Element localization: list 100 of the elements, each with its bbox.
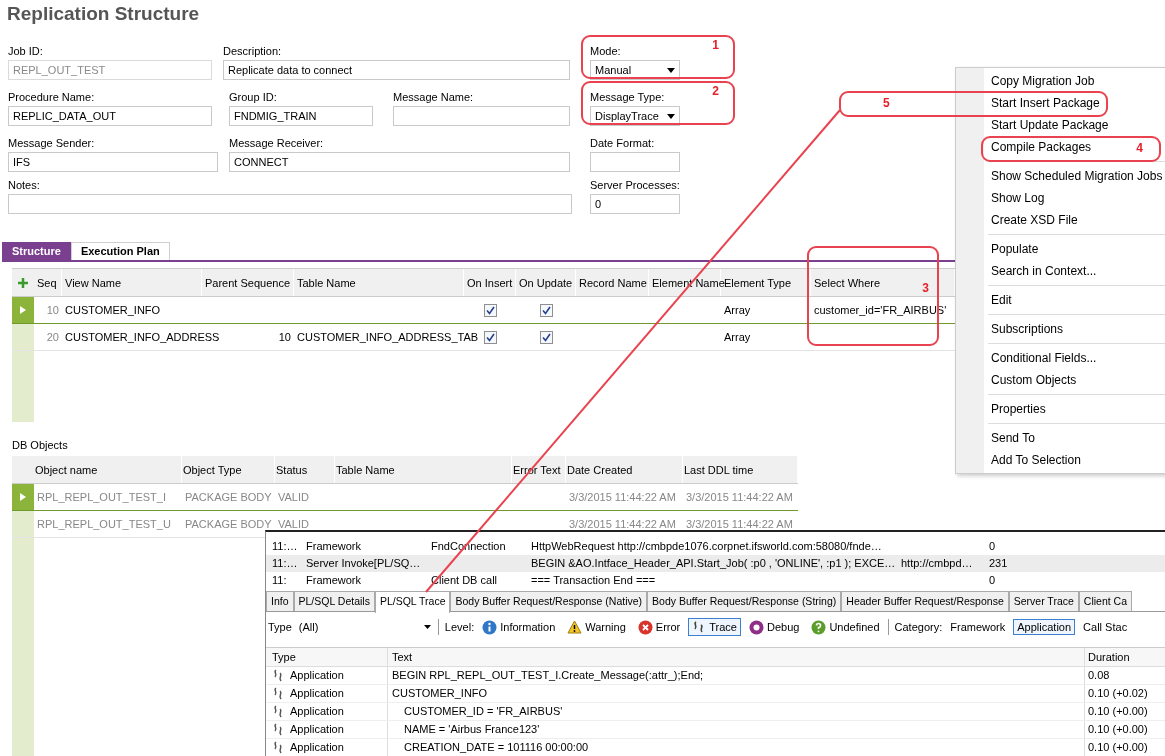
menu-item[interactable]: Create XSD File bbox=[956, 209, 1078, 231]
input-field[interactable]: Replicate data to connect bbox=[223, 60, 570, 80]
tab[interactable]: Client Ca bbox=[1078, 591, 1132, 611]
menu-item[interactable]: Custom Objects bbox=[956, 369, 1077, 391]
menu-item[interactable]: Properties bbox=[956, 398, 1046, 420]
tab[interactable]: Body Buffer Request/Response (String) bbox=[647, 591, 842, 611]
tab[interactable]: PL/SQL Details bbox=[293, 591, 375, 611]
on-update-checkbox[interactable] bbox=[539, 330, 553, 344]
field-label: Server Processes: bbox=[590, 178, 680, 192]
info-icon bbox=[482, 619, 498, 635]
column-header[interactable]: On Insert bbox=[467, 276, 513, 289]
level-toggle[interactable]: Trace bbox=[688, 618, 741, 636]
level-toggle[interactable]: Error bbox=[633, 617, 685, 637]
column-header[interactable]: Record Name bbox=[579, 276, 647, 289]
row-indicator[interactable] bbox=[12, 484, 34, 510]
column-header[interactable]: Object name bbox=[34, 456, 182, 483]
tab[interactable]: Server Trace bbox=[1008, 591, 1079, 611]
level-toggle[interactable]: Warning bbox=[563, 618, 630, 636]
menu-item[interactable]: Start Update Package bbox=[956, 114, 1109, 136]
column-header[interactable]: View Name bbox=[65, 276, 122, 289]
menu-item[interactable]: Populate bbox=[956, 238, 1039, 260]
column-header[interactable]: Element Type bbox=[724, 276, 792, 289]
tab[interactable]: Header Buffer Request/Response bbox=[841, 591, 1009, 611]
menu-item[interactable]: Copy Migration Job bbox=[956, 70, 1095, 92]
category-toggle[interactable]: Application bbox=[1013, 619, 1076, 635]
menu-item[interactable]: Search in Context... bbox=[956, 260, 1097, 282]
help-icon bbox=[811, 619, 827, 635]
trace-icon bbox=[272, 723, 284, 736]
dropdown[interactable]: DisplayTrace bbox=[590, 106, 680, 126]
input-field[interactable] bbox=[590, 152, 680, 172]
type-cell-text: Application bbox=[290, 704, 344, 719]
tab[interactable]: Body Buffer Request/Response (Native) bbox=[450, 591, 648, 611]
column-header[interactable]: Seq bbox=[37, 276, 57, 289]
column-header[interactable]: Date Created bbox=[566, 456, 683, 483]
caret-icon bbox=[423, 625, 431, 629]
category-cell-text: Server Invoke[PL/SQ… bbox=[306, 556, 422, 571]
field-label: Group ID: bbox=[229, 90, 278, 104]
table-cell: PACKAGE BODY bbox=[185, 518, 272, 530]
debug-icon bbox=[749, 619, 764, 635]
seq-cell: 10 bbox=[46, 304, 59, 316]
dropdown[interactable]: Manual bbox=[590, 60, 680, 80]
menu-item[interactable]: Show Log bbox=[956, 187, 1045, 209]
duration-cell-text: 0 bbox=[989, 539, 997, 554]
input-field[interactable]: 0 bbox=[590, 194, 680, 214]
menu-item[interactable]: Subscriptions bbox=[956, 318, 1064, 340]
on-insert-checkbox[interactable] bbox=[483, 303, 497, 317]
column-header[interactable]: Last DDL time bbox=[683, 456, 798, 483]
duration-cell: 0.10 (+0.00) bbox=[1088, 741, 1148, 753]
tab[interactable]: Execution Plan bbox=[70, 242, 170, 260]
table-cell: RPL_REPL_OUT_TEST_I bbox=[37, 491, 166, 503]
input-field[interactable]: FNDMIG_TRAIN bbox=[229, 106, 373, 126]
add-icon[interactable] bbox=[17, 276, 29, 289]
menu-item[interactable]: Conditional Fields... bbox=[956, 347, 1097, 369]
column-header[interactable]: Status bbox=[275, 456, 335, 483]
column-header[interactable]: Text bbox=[388, 648, 1085, 666]
input-field[interactable] bbox=[8, 194, 572, 214]
column-header[interactable]: Table Name bbox=[335, 456, 512, 483]
table-name-cell: CUSTOMER_INFO_ADDRESS_TAB bbox=[297, 331, 479, 343]
input-field[interactable]: CONNECT bbox=[229, 152, 570, 172]
menu-item[interactable]: Start Insert Package bbox=[956, 92, 1100, 114]
input-field[interactable]: REPLIC_DATA_OUT bbox=[8, 106, 212, 126]
column-header[interactable]: Object Type bbox=[182, 456, 275, 483]
level-toggle[interactable]: Debug bbox=[745, 617, 804, 637]
error-icon bbox=[637, 619, 653, 635]
page-title: Replication Structure bbox=[6, 2, 201, 26]
table-cell: 3/3/2015 11:44:22 AM bbox=[686, 491, 793, 503]
menu-item[interactable]: Show Scheduled Migration Jobs bbox=[956, 165, 1163, 187]
column-header[interactable]: Duration bbox=[1085, 648, 1165, 666]
column-header[interactable]: Table Name bbox=[297, 276, 356, 289]
level-label: Level: bbox=[443, 621, 475, 633]
on-insert-checkbox[interactable] bbox=[483, 330, 497, 344]
menu-item[interactable]: Add To Selection bbox=[956, 449, 1081, 471]
category-toggle[interactable]: Call Stac bbox=[1079, 619, 1132, 635]
trace-icon bbox=[272, 705, 284, 718]
column-header[interactable]: Element Name bbox=[652, 276, 725, 289]
element-type-cell: Array bbox=[724, 331, 751, 343]
menu-item[interactable]: Edit bbox=[956, 289, 1012, 311]
column-header[interactable]: Select Where bbox=[814, 276, 881, 289]
text-cell-text: CUSTOMER_ID = 'FR_AIRBUS' bbox=[403, 705, 563, 717]
duration-cell-text: 231 bbox=[989, 556, 1009, 571]
level-toggle[interactable]: Information bbox=[478, 617, 560, 637]
category-toggle[interactable]: Framework bbox=[946, 619, 1010, 635]
type-dropdown[interactable]: (All) bbox=[295, 618, 434, 636]
category-cell-text: Framework bbox=[306, 539, 362, 554]
tab[interactable]: Structure bbox=[2, 242, 71, 260]
input-field[interactable]: IFS bbox=[8, 152, 218, 172]
tab[interactable]: Info bbox=[266, 591, 294, 611]
field-label: Procedure Name: bbox=[8, 90, 96, 104]
on-update-checkbox[interactable] bbox=[539, 303, 553, 317]
tab[interactable]: PL/SQL Trace bbox=[374, 591, 451, 613]
column-header[interactable]: On Update bbox=[519, 276, 573, 289]
menu-item[interactable]: Send To bbox=[956, 427, 1035, 449]
column-header[interactable]: Parent Sequence bbox=[205, 276, 290, 289]
input-field[interactable] bbox=[393, 106, 570, 126]
menu-item[interactable]: Compile Packages bbox=[956, 136, 1092, 158]
row-indicator[interactable] bbox=[12, 297, 34, 323]
type-cell-text: Application bbox=[290, 686, 344, 701]
log-row[interactable]: 11:… Server Invoke[PL/SQ… BEGIN &AO.Intface_Header_API.Start_Job( :p0 , 'ONLINE', :p1 ); EXCE… http://cmbpd… 231 bbox=[266, 555, 1165, 572]
column-header[interactable]: Type bbox=[266, 648, 388, 666]
level-toggle[interactable]: Undefined bbox=[807, 617, 884, 637]
